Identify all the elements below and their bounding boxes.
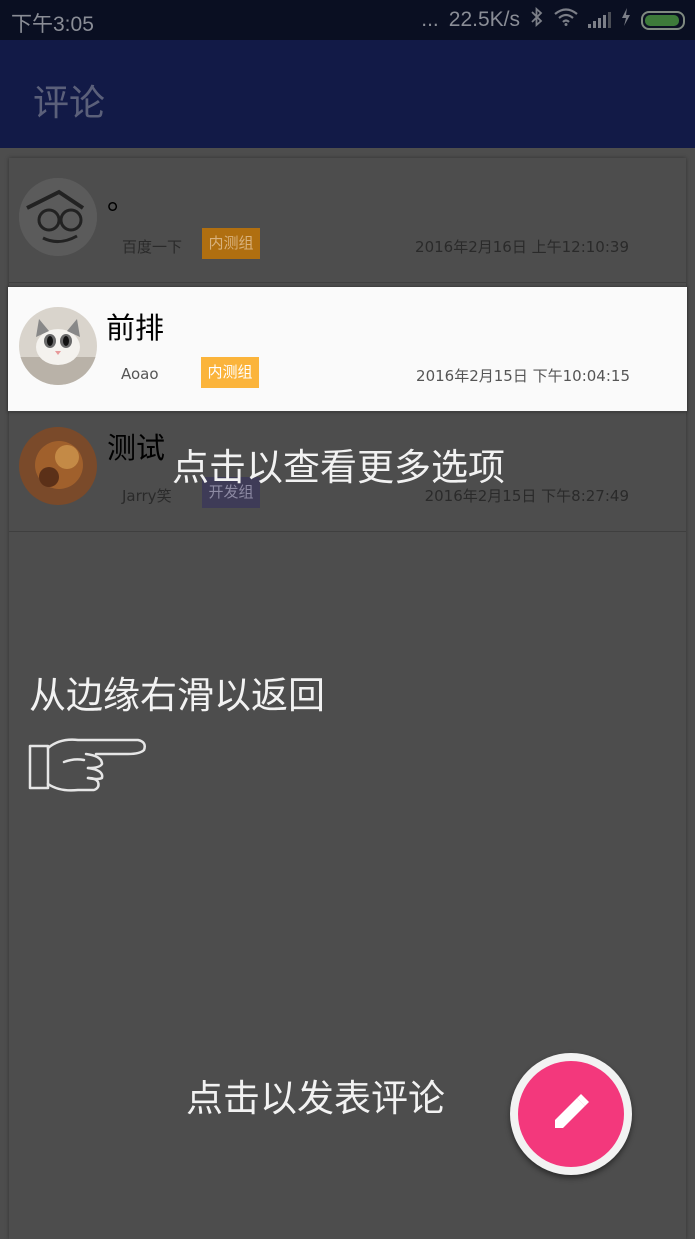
more-dots: ... (421, 8, 439, 31)
comment-time: 2016年2月15日 下午10:04:15 (416, 367, 630, 385)
network-speed: 22.5K/s (448, 8, 520, 31)
status-bar: 下午3:05 ... 22.5K/s (0, 0, 695, 40)
compose-button-inner[interactable] (518, 1061, 624, 1167)
status-time: 下午3:05 (11, 13, 94, 36)
avatar (19, 427, 97, 505)
comment-user: 百度一下 (122, 238, 183, 256)
avatar (19, 178, 97, 256)
hint-more-options: 点击以查看更多选项 (172, 446, 505, 489)
comment-text: 前排 (106, 311, 165, 345)
wifi-icon (554, 8, 578, 32)
compose-button[interactable] (510, 1053, 632, 1175)
app-bar: 评论 (0, 40, 695, 148)
pencil-icon (551, 1092, 591, 1136)
page-title: 评论 (33, 83, 106, 124)
battery-icon (641, 10, 685, 30)
hint-swipe-back: 从边缘右滑以返回 (29, 674, 325, 717)
comment-text: 测试 (107, 431, 166, 465)
comment-time: 2016年2月16日 上午12:10:39 (415, 238, 629, 256)
charging-icon (621, 8, 631, 32)
pointing-hand-icon (26, 732, 150, 800)
comment-user: Aoao (121, 365, 159, 383)
bluetooth-icon (530, 6, 544, 33)
group-tag: 内测组 (201, 357, 259, 388)
comment-item[interactable]: 。 百度一下 内测组 2016年2月16日 上午12:10:39 (9, 158, 686, 283)
comment-user: Jarry笑 (122, 487, 172, 505)
comment-text: 。 (107, 182, 137, 216)
comment-item[interactable]: 前排 Aoao 内测组 2016年2月15日 下午10:04:15 (8, 287, 687, 412)
group-tag: 内测组 (202, 228, 260, 259)
status-icons: ... 22.5K/s (421, 6, 685, 33)
avatar (19, 307, 97, 385)
signal-icon (588, 12, 611, 28)
hint-post-comment: 点击以发表评论 (186, 1077, 445, 1120)
